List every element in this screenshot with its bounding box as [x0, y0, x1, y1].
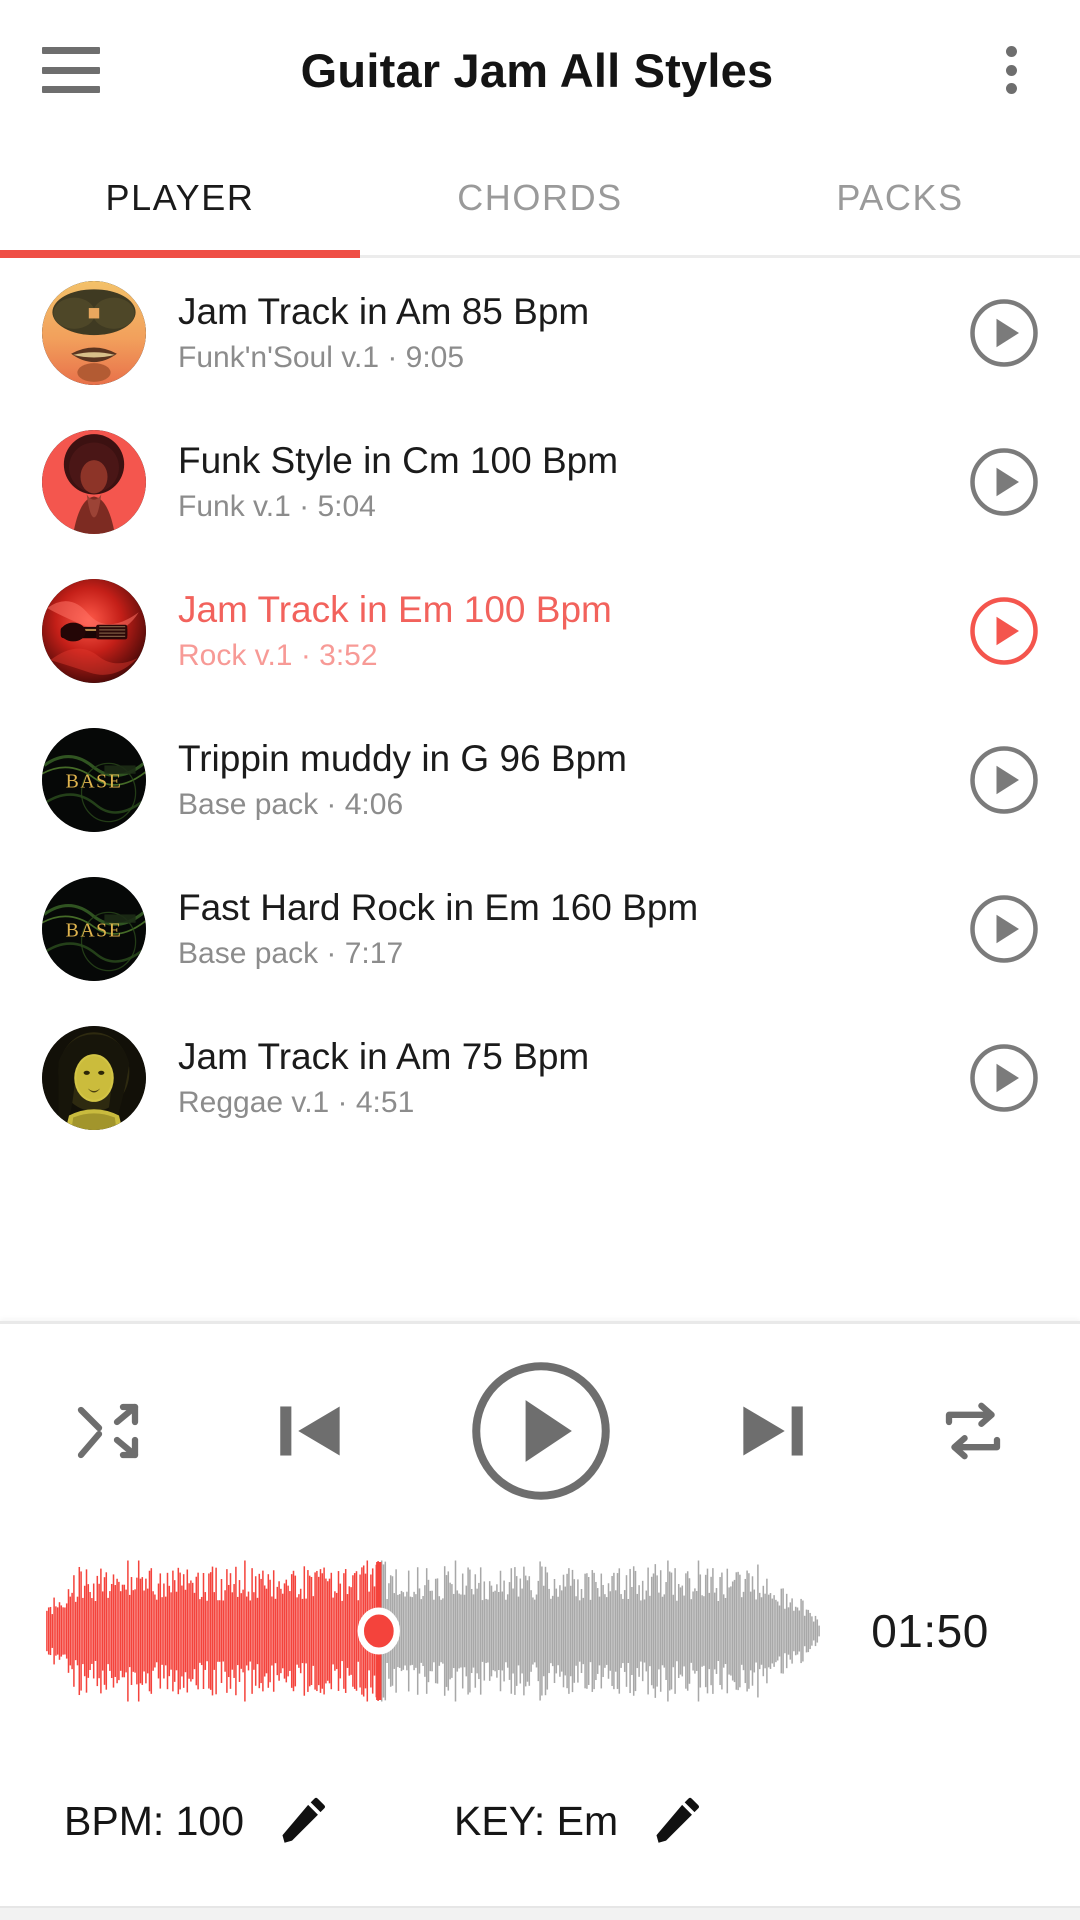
hamburger-menu-icon[interactable] [42, 47, 100, 93]
page-title: Guitar Jam All Styles [300, 43, 774, 97]
track-subtitle: Base pack · 4:06 [178, 787, 404, 821]
track-subtitle: Reggae v.1 · 4:51 [178, 1085, 415, 1119]
svg-text:BASE: BASE [66, 770, 123, 792]
track-subtitle: Funk'n'Soul v.1 · 9:05 [178, 340, 465, 374]
shuffle-icon[interactable] [66, 1395, 150, 1467]
track-subtitle: Funk v.1 · 5:04 [178, 489, 376, 523]
track-artwork-reggae [42, 1025, 146, 1130]
key-meta: KEY: Em [454, 1788, 710, 1854]
track-info: Fast Hard Rock in Em 160 Bpm Base pack ·… [178, 886, 968, 971]
track-play-button[interactable] [968, 893, 1040, 965]
transport-controls [0, 1336, 1080, 1526]
bpm-meta: BPM: 100 [64, 1788, 336, 1854]
track-play-button[interactable] [968, 1042, 1040, 1114]
track-info: Jam Track in Em 100 Bpm Rock v.1 · 3:52 [178, 588, 968, 673]
waveform-seek-bar[interactable] [46, 1556, 820, 1706]
more-vertical-icon[interactable] [984, 40, 1038, 100]
track-row-active[interactable]: Jam Track in Em 100 Bpm Rock v.1 · 3:52 [0, 556, 1080, 705]
app-screen: Guitar Jam All Styles PLAYER CHORDS PACK… [0, 0, 1080, 1920]
track-play-button[interactable] [968, 744, 1040, 816]
play-circle-large-icon[interactable] [467, 1357, 615, 1505]
tab-chords[interactable]: CHORDS [360, 140, 720, 255]
repeat-icon[interactable] [932, 1395, 1014, 1467]
track-meta-row: BPM: 100 KEY: Em [0, 1736, 1080, 1906]
track-row[interactable]: Funk Style in Cm 100 Bpm Funk v.1 · 5:04 [0, 407, 1080, 556]
bottom-strip [0, 1906, 1080, 1920]
track-artwork-rock [42, 578, 146, 683]
track-title: Funk Style in Cm 100 Bpm [178, 439, 619, 481]
track-row[interactable]: BASE Fast Hard Rock in Em 160 Bpm Base p… [0, 854, 1080, 1003]
track-artwork-funk-afro [42, 429, 146, 534]
waveform-row: 01:50 [0, 1526, 1080, 1736]
track-title: Jam Track in Am 85 Bpm [178, 290, 590, 332]
track-info: Jam Track in Am 75 Bpm Reggae v.1 · 4:51 [178, 1035, 968, 1120]
track-play-button-active[interactable] [968, 595, 1040, 667]
tab-player[interactable]: PLAYER [0, 140, 360, 255]
track-artwork-base-pack: BASE [42, 876, 146, 981]
track-play-button[interactable] [968, 297, 1040, 369]
track-play-button[interactable] [968, 446, 1040, 518]
track-row[interactable]: Jam Track in Am 85 Bpm Funk'n'Soul v.1 ·… [0, 258, 1080, 407]
skip-previous-icon[interactable] [263, 1385, 355, 1477]
bpm-edit-pencil-icon[interactable] [270, 1788, 336, 1854]
track-info: Jam Track in Am 85 Bpm Funk'n'Soul v.1 ·… [178, 290, 968, 375]
tab-active-indicator [0, 250, 360, 258]
track-row[interactable]: Jam Track in Am 75 Bpm Reggae v.1 · 4:51 [0, 1003, 1080, 1152]
player-panel: 01:50 BPM: 100 KEY: Em [0, 1321, 1080, 1920]
track-artwork-funk-soul [42, 280, 146, 385]
track-subtitle: Base pack · 7:17 [178, 936, 404, 970]
svg-text:BASE: BASE [66, 919, 123, 941]
track-subtitle: Rock v.1 · 3:52 [178, 638, 378, 672]
track-info: Trippin muddy in G 96 Bpm Base pack · 4:… [178, 737, 968, 822]
track-list: Jam Track in Am 85 Bpm Funk'n'Soul v.1 ·… [0, 258, 1080, 1321]
track-title: Trippin muddy in G 96 Bpm [178, 737, 627, 779]
track-artwork-base-pack: BASE [42, 727, 146, 832]
tab-bar: PLAYER CHORDS PACKS [0, 140, 1080, 258]
waveform-graphic[interactable] [46, 1556, 820, 1706]
key-label: KEY: Em [454, 1797, 619, 1844]
skip-next-icon[interactable] [728, 1385, 820, 1477]
app-bar: Guitar Jam All Styles [0, 0, 1080, 140]
elapsed-time: 01:50 [871, 1605, 989, 1657]
track-title: Fast Hard Rock in Em 160 Bpm [178, 886, 699, 928]
bpm-label: BPM: 100 [64, 1797, 245, 1844]
tab-packs[interactable]: PACKS [720, 140, 1080, 255]
track-info: Funk Style in Cm 100 Bpm Funk v.1 · 5:04 [178, 439, 968, 524]
track-row[interactable]: BASE Trippin muddy in G 96 Bpm Base pack… [0, 705, 1080, 854]
track-title: Jam Track in Am 75 Bpm [178, 1035, 590, 1077]
track-title: Jam Track in Em 100 Bpm [178, 588, 612, 630]
key-edit-pencil-icon[interactable] [644, 1788, 710, 1854]
